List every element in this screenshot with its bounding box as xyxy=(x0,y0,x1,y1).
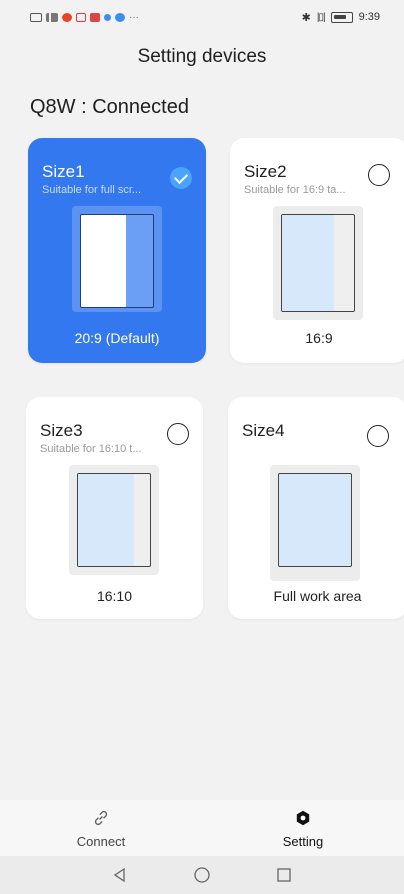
size-card-title: Size2 xyxy=(244,162,287,181)
status-bar: ··· ✱ |▯| 9:39 xyxy=(0,0,404,34)
device-status: Q8W : Connected xyxy=(30,96,189,118)
status-bar-left: ··· xyxy=(30,12,139,23)
weibo-icon xyxy=(62,12,72,22)
vibrate-icon: |▯| xyxy=(316,11,326,23)
size-ratio-label: 20:9 (Default) xyxy=(74,330,160,346)
size-card-title: Size1 xyxy=(42,162,85,181)
dot-icon xyxy=(104,13,111,21)
system-nav-bar xyxy=(0,856,404,894)
size-preview xyxy=(69,465,159,575)
page-title: Setting devices xyxy=(137,46,267,67)
size-ratio-label: 16:9 xyxy=(305,330,333,346)
radio-button[interactable] xyxy=(368,164,390,186)
chat-icon xyxy=(115,12,125,22)
clock: 9:39 xyxy=(358,11,380,23)
screen-preview-icon xyxy=(80,214,154,308)
back-icon[interactable] xyxy=(110,865,130,885)
size-card-4[interactable]: Size4 Full work area xyxy=(228,397,404,619)
nav-item-setting[interactable]: Setting xyxy=(202,800,404,856)
size-preview xyxy=(273,206,363,320)
nav-label-connect: Connect xyxy=(76,833,126,849)
radio-button[interactable] xyxy=(167,423,189,445)
size-card-title: Size4 xyxy=(242,421,285,440)
signal-icon xyxy=(46,12,58,22)
app-icon xyxy=(76,12,86,22)
size-preview xyxy=(72,206,162,312)
nav-label-setting: Setting xyxy=(282,833,324,849)
screen-preview-icon xyxy=(281,214,355,312)
bottom-nav: Connect Setting xyxy=(0,800,404,856)
size-ratio-label: Full work area xyxy=(273,588,362,604)
size-card-subtitle: Suitable for 16:10 t... xyxy=(40,443,142,455)
link-icon xyxy=(91,808,111,828)
size-card-1[interactable]: Size1 Suitable for full scr... 20:9 (Def… xyxy=(28,138,206,363)
nav-item-connect[interactable]: Connect xyxy=(0,800,202,856)
bluetooth-icon: ✱ xyxy=(301,11,311,24)
size-ratio-label: 16:10 xyxy=(96,588,133,604)
hd-icon xyxy=(30,12,42,22)
size-card-subtitle: Suitable for full scr... xyxy=(42,184,142,196)
selected-check-icon[interactable] xyxy=(170,167,192,189)
size-card-subtitle: Suitable for 16:9 ta... xyxy=(244,184,346,196)
status-bar-right: ✱ |▯| 9:39 xyxy=(302,11,380,24)
battery-icon xyxy=(330,11,353,23)
more-dots-icon: ··· xyxy=(129,11,139,23)
size-card-3[interactable]: Size3 Suitable for 16:10 t... 16:10 xyxy=(26,397,203,619)
mail-icon xyxy=(90,12,100,22)
screen-preview-icon xyxy=(77,473,151,567)
size-card-2[interactable]: Size2 Suitable for 16:9 ta... 16:9 xyxy=(230,138,404,363)
size-card-title: Size3 xyxy=(40,421,83,440)
screen-preview-icon xyxy=(278,473,352,567)
home-icon[interactable] xyxy=(192,865,212,885)
recents-icon[interactable] xyxy=(274,865,294,885)
gear-icon xyxy=(293,808,313,828)
size-preview xyxy=(270,465,360,581)
radio-button[interactable] xyxy=(367,425,389,447)
